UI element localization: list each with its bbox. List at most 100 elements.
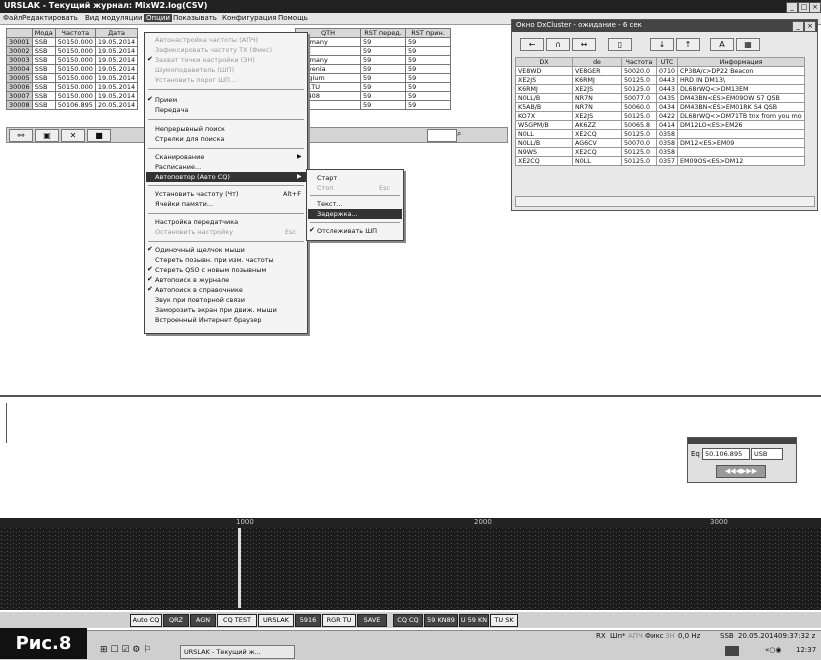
menu-item-track[interactable]: Отслеживать ШП: [317, 227, 377, 235]
binoculars-icon[interactable]: ⚯: [9, 129, 33, 142]
menu-item[interactable]: Остановить настройку: [155, 228, 233, 236]
log-table[interactable]: Мода Частота Дата 30001 SSB 50150.000 19.05…: [6, 28, 139, 110]
horizontal-scrollbar[interactable]: [515, 196, 815, 207]
close-button[interactable]: ×: [809, 2, 821, 13]
table-row[interactable]: N9WS XE2CQ 50125.0 0358: [515, 147, 806, 157]
menu-item[interactable]: Ячейки памяти...: [155, 200, 213, 208]
log-table-right[interactable]: QTH RST перед. RST прин. Germany5959 TUE…: [295, 28, 451, 110]
table-row[interactable]: TUE5959: [295, 46, 451, 56]
table-row[interactable]: VE8WD VE8GER 50020.0 0710 CP38A/c>DP22 Beaco…: [515, 66, 806, 76]
table-row[interactable]: 59 59: [295, 100, 451, 110]
menu-options[interactable]: Опции: [144, 14, 172, 22]
menu-file[interactable]: Файл: [3, 14, 22, 22]
menu-config[interactable]: Конфигурация: [222, 14, 276, 22]
menu-item[interactable]: Расписание...: [155, 163, 201, 171]
sort-icon[interactable]: ↓: [650, 38, 674, 51]
table-row[interactable]: K6RMJ XE2JS 50125.0 0443 DL68rWQ<>DM13EM: [515, 84, 806, 94]
minimize-button[interactable]: _: [786, 2, 798, 13]
table-row[interactable]: 30007 SSB 50150.000 19.05.2014: [6, 91, 139, 101]
headphones-icon[interactable]: ∩: [546, 38, 570, 51]
menu-item[interactable]: Стереть QSO с новым позывным: [155, 266, 266, 274]
menu-item-autocq[interactable]: Автоповтор (Авто CQ): [155, 173, 230, 181]
volume-icon[interactable]: «○◉: [765, 646, 782, 654]
table-row[interactable]: N0LL/B AG6CV 50070.0 0358 DM12<ES>EM09: [515, 138, 806, 148]
search-icon[interactable]: ⌕: [457, 129, 468, 140]
menu-item[interactable]: Зафиксировать частоту TX (Фикс): [155, 46, 272, 54]
macro-button[interactable]: QRZ: [163, 614, 189, 627]
tray-icon[interactable]: [725, 646, 739, 656]
table-row[interactable]: KO7X XE2JS 50125.0 0422 DL68rWQ<>DM71TB tnx …: [515, 111, 806, 121]
macro-button[interactable]: 59 KN89: [424, 614, 458, 627]
macro-button[interactable]: SAVE: [357, 614, 387, 627]
table-row[interactable]: XE2CQ N0LL 50125.0 0357 EM09OS<ES>DM12: [515, 156, 806, 166]
menu-item[interactable]: Шумоподавитель (ШП): [155, 66, 234, 74]
menu-edit[interactable]: Редактировать: [22, 14, 78, 22]
table-row[interactable]: CD408 59 59: [295, 91, 451, 101]
macro-button[interactable]: AGN: [190, 614, 216, 627]
menu-item-start[interactable]: Старт: [317, 174, 337, 182]
table-row[interactable]: Slovenia 59 59: [295, 64, 451, 74]
menu-item[interactable]: Заморозить экран при движ. мыши: [155, 306, 277, 314]
menu-modulation[interactable]: Вид модуляции: [85, 14, 143, 22]
tune-arrows-button[interactable]: ◀◀◀▶▶▶: [716, 465, 766, 478]
menu-item[interactable]: Непрерывный поиск: [155, 125, 225, 133]
menu-item[interactable]: Установить частоту (Чт): [155, 190, 238, 198]
macro-button[interactable]: 5916: [295, 614, 321, 627]
macro-button[interactable]: U 59 KN: [459, 614, 489, 627]
menu-item[interactable]: Стереть позывн. при изм. частоты: [155, 256, 274, 264]
macro-button[interactable]: URSLAK: [258, 614, 294, 627]
taskbar-item[interactable]: URSLAK - Текущий ж...: [180, 645, 295, 659]
menu-item[interactable]: Передача: [155, 106, 188, 114]
table-row[interactable]: XE2JS K6RMJ 50125.0 0443 HRD IN DM13\: [515, 75, 806, 85]
dxcluster-table[interactable]: DX de Частота UTC Информация VE8WD VE8GER…: [515, 57, 806, 166]
waterfall-display[interactable]: 1000 2000 3000: [0, 518, 821, 610]
table-row[interactable]: 30004 SSB 50150.000 19.05.2014: [6, 64, 139, 74]
back-icon[interactable]: ←: [520, 38, 544, 51]
table-row[interactable]: W5GPM/B AK6ZZ 50065.8 0414 DM12LO<ES>EM26: [515, 120, 806, 130]
close-button[interactable]: ×: [804, 21, 816, 32]
table-row[interactable]: N0LL/B NR7N 50077.0 0435 DM43BN<ES>EM09OW S7…: [515, 93, 806, 103]
menu-item-delay[interactable]: Задержка...: [317, 210, 358, 218]
table-row[interactable]: Germany 59 59: [295, 37, 451, 47]
macro-button[interactable]: CQ CQ: [393, 614, 423, 627]
table-row[interactable]: 30005 SSB 50150.000 19.05.2014: [6, 73, 139, 83]
menu-item[interactable]: Настройка передатчика: [155, 218, 238, 226]
window-icon[interactable]: ▣: [35, 129, 59, 142]
page-icon[interactable]: ▯: [608, 38, 632, 51]
menu-item[interactable]: Автонастройка частоты (АПЧ): [155, 36, 258, 44]
search-dropdown[interactable]: [427, 129, 457, 142]
arrows-icon[interactable]: ↔: [572, 38, 596, 51]
sort-up-icon[interactable]: ↑: [676, 38, 700, 51]
save-icon[interactable]: ■: [87, 129, 111, 142]
quicklaunch-icon[interactable]: ⊞ ☐ ☑ ⚙ ⚐: [100, 645, 151, 655]
freq-input[interactable]: 50.106.895: [702, 448, 750, 460]
menu-item-stop[interactable]: Стоп: [317, 184, 334, 192]
table-row[interactable]: Germany 59 59: [295, 55, 451, 65]
table-row[interactable]: D51TU 59 59: [295, 82, 451, 92]
menu-item[interactable]: Установить порог ШП...: [155, 76, 236, 84]
menu-item[interactable]: Звук при повторной связи: [155, 296, 245, 304]
table-row[interactable]: K5AB/B NR7N 50060.0 0434 DM43BN<ES>EM01RK S4…: [515, 102, 806, 112]
table-row[interactable]: 30003 SSB 50150.000 19.05.2014: [6, 55, 139, 65]
menu-item-text[interactable]: Текст...: [317, 200, 342, 208]
table-row[interactable]: Belgium 59 59: [295, 73, 451, 83]
table-row[interactable]: 30001 SSB 50150.000 19.05.2014: [6, 37, 139, 47]
menu-item[interactable]: Стрелки для поиска: [155, 135, 224, 143]
menu-show[interactable]: Показывать: [173, 14, 217, 22]
macro-button[interactable]: CQ TEST: [217, 614, 257, 627]
mode-select[interactable]: USB: [751, 448, 783, 460]
menu-item[interactable]: Сканирование: [155, 153, 204, 161]
menu-item[interactable]: Встроенный Интернет браузер: [155, 316, 262, 324]
macro-button[interactable]: Auto CQ: [130, 614, 162, 627]
menu-item[interactable]: Автопоиск в журнале: [155, 276, 229, 284]
delete-icon[interactable]: ✕: [61, 129, 85, 142]
menu-item[interactable]: Одиночный щелчок мыши: [155, 246, 245, 254]
menu-item[interactable]: Прием: [155, 96, 177, 104]
table-row[interactable]: 30006 SSB 50150.000 19.05.2014: [6, 82, 139, 92]
macro-button[interactable]: TU SK: [490, 614, 518, 627]
menu-help[interactable]: Помощь: [278, 14, 308, 22]
minimize-button[interactable]: _: [792, 21, 804, 32]
macro-button[interactable]: RGR TU: [322, 614, 356, 627]
filter-icon[interactable]: A: [710, 38, 734, 51]
pane-divider[interactable]: [0, 395, 821, 397]
